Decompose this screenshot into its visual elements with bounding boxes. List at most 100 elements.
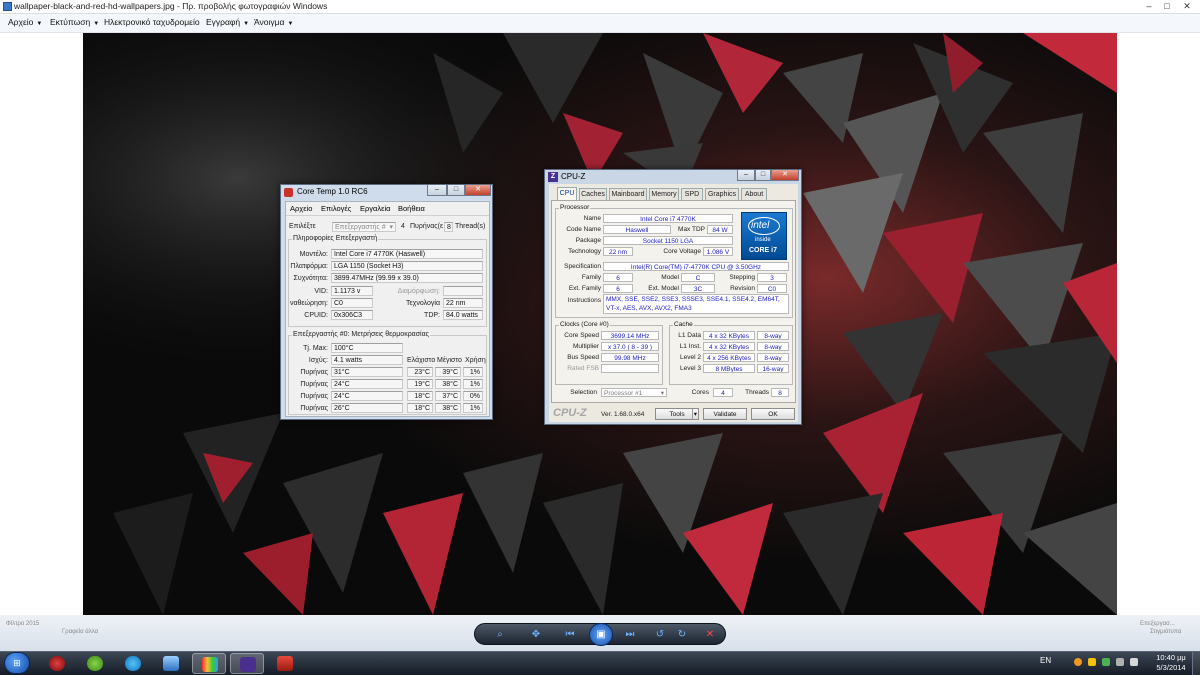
maximize-button[interactable]: □ — [1158, 0, 1176, 14]
menu-file[interactable]: Αρχείο ▼ — [8, 17, 42, 27]
bottom-left-label-2: Γραφεία άλλα — [62, 629, 99, 635]
menu-burn[interactable]: Εγγραφή ▼ — [206, 17, 249, 27]
menu-email[interactable]: Ηλεκτρονικό ταχυδρομείο — [104, 17, 203, 27]
coretemp-menu-help[interactable]: Βοήθεια — [398, 204, 425, 213]
tab-mainboard[interactable]: Mainboard — [609, 188, 647, 200]
clock-time: 10:40 μμ — [1156, 653, 1186, 662]
taskbar-utorrent[interactable] — [78, 653, 112, 674]
previous-icon[interactable]: ⏮ — [563, 628, 577, 641]
tab-graphics[interactable]: Graphics — [705, 188, 739, 200]
slideshow-button[interactable]: ▣ — [589, 623, 613, 646]
core-3-label: Πυρήνας — [300, 405, 328, 412]
tray-flag-icon[interactable] — [1116, 658, 1124, 666]
power-label: Ισχύς: — [308, 357, 328, 364]
coretemp-icon — [202, 657, 218, 672]
name-value: Intel Core i7 4770K — [603, 214, 733, 223]
modulation-value — [443, 286, 483, 296]
cores-count: 4 — [401, 223, 405, 230]
cores-label: Cores — [691, 389, 709, 396]
taskbar-photo-viewer[interactable] — [154, 653, 188, 674]
cpuz-minimize-button[interactable]: – — [737, 170, 755, 181]
cpuz-close-button[interactable]: ✕ — [771, 170, 799, 181]
selection-dropdown[interactable]: Processor #1 ▾ — [601, 388, 667, 397]
platform-value: LGA 1150 (Socket H3) — [331, 261, 483, 271]
taskbar-skype[interactable] — [116, 653, 150, 674]
badge-core-i7: CORE i7 — [749, 247, 778, 254]
coretemp-minimize-button[interactable]: – — [427, 185, 447, 196]
viewer-title: wallpaper-black-and-red-hd-wallpapers.jp… — [14, 1, 328, 11]
validate-button[interactable]: Validate — [703, 408, 747, 420]
cpuz-maximize-button[interactable]: □ — [755, 170, 771, 181]
corevoltage-label: Core Voltage — [663, 248, 701, 255]
l1d-value: 4 x 32 KBytes — [703, 331, 755, 340]
model-value: C — [681, 273, 715, 282]
next-icon[interactable]: ⏭ — [623, 628, 637, 641]
core-1-max: 38°C — [435, 379, 461, 389]
core-3-temp: 26°C — [331, 403, 403, 413]
tray-yellow-icon[interactable] — [1088, 658, 1096, 666]
stepping-value: 3 — [757, 273, 787, 282]
core-1-label: Πυρήνας — [300, 381, 328, 388]
core-2-label: Πυρήνας — [300, 393, 328, 400]
menu-print[interactable]: Εκτύπωση ▼ — [50, 17, 99, 27]
coretemp-maximize-button[interactable]: □ — [447, 185, 465, 196]
tab-caches[interactable]: Caches — [579, 188, 607, 200]
codename-value: Haswell — [603, 225, 671, 234]
cores-value: 4 — [713, 388, 733, 397]
family-label: Family — [581, 274, 601, 281]
tab-cpu[interactable]: CPU — [557, 187, 577, 200]
language-indicator[interactable]: EN — [1040, 656, 1051, 665]
multiplier-value: x 37.0 ( 8 - 39 ) — [601, 342, 659, 351]
core-2-load: 0% — [463, 391, 483, 401]
show-desktop-button[interactable] — [1192, 652, 1200, 675]
select-label: Επιλέξτε — [289, 223, 316, 230]
taskbar-flash[interactable] — [268, 653, 302, 674]
clocks-group-title: Clocks (Core #0) — [559, 321, 610, 328]
taskbar-coretemp[interactable] — [192, 653, 226, 674]
rotate-right-icon[interactable]: ↻ — [675, 628, 689, 641]
taskbar-cpuz[interactable] — [230, 653, 264, 674]
start-button[interactable]: ⊞ — [4, 652, 30, 674]
tools-button[interactable]: Tools ▾ — [655, 408, 699, 420]
badge-brand: intel — [751, 220, 770, 231]
minimize-button[interactable]: – — [1140, 0, 1158, 14]
processor-select[interactable]: Επεξεργαστής # ▾ — [332, 222, 396, 232]
l3-value: 8 MBytes — [703, 364, 755, 373]
revision-label: ναθεώρηση: — [289, 300, 328, 307]
tab-spd[interactable]: SPD — [681, 188, 703, 200]
cpuz-window: Z CPU-Z – □ ✕ CPU Caches Mainboard Memor… — [544, 169, 802, 425]
close-button[interactable]: ✕ — [1176, 0, 1198, 14]
stepping-label: Stepping — [729, 274, 755, 281]
tray-orange-icon[interactable] — [1074, 658, 1082, 666]
coretemp-menu-file[interactable]: Αρχείο — [290, 204, 312, 213]
extfamily-label: Ext. Family — [568, 285, 601, 292]
model-label: Model — [661, 274, 679, 281]
badge-inside: inside — [755, 237, 771, 243]
tray-volume-icon[interactable] — [1130, 658, 1138, 666]
viewer-menu-bar: Αρχείο ▼ Εκτύπωση ▼ Ηλεκτρονικό ταχυδρομεί… — [0, 14, 1200, 33]
tab-memory[interactable]: Memory — [649, 188, 679, 200]
core-2-min: 18°C — [407, 391, 433, 401]
ok-button[interactable]: OK — [751, 408, 795, 420]
taskbar-app-1[interactable] — [40, 653, 74, 674]
menu-open[interactable]: Άνοιγμα ▼ — [254, 17, 293, 27]
tray-network-icon[interactable] — [1102, 658, 1110, 666]
actual-size-icon[interactable]: ✥ — [529, 628, 543, 641]
threads-label: Thread(s) — [455, 223, 486, 230]
ratedfsb-label: Rated FSB — [567, 365, 599, 372]
coretemp-close-button[interactable]: ✕ — [465, 185, 491, 196]
photo-viewer-icon — [163, 656, 179, 671]
tab-about[interactable]: About — [741, 188, 767, 200]
processor-info-title: Πληροφορίες Επεξεργαστή — [292, 235, 379, 242]
revision-label: Revision — [730, 285, 755, 292]
coretemp-menu-tools[interactable]: Εργαλεία — [360, 204, 390, 213]
zoom-icon[interactable]: ⌕ — [493, 628, 507, 641]
rotate-left-icon[interactable]: ↺ — [653, 628, 667, 641]
core-0-load: 1% — [463, 367, 483, 377]
coretemp-menu-options[interactable]: Επιλογές — [321, 204, 351, 213]
delete-icon[interactable]: ✕ — [703, 628, 717, 641]
extmodel-label: Ext. Model — [648, 285, 679, 292]
clock[interactable]: 10:40 μμ 5/3/2014 — [1154, 653, 1188, 673]
l1i-way: 8-way — [757, 342, 789, 351]
corespeed-label: Core Speed — [564, 332, 599, 339]
